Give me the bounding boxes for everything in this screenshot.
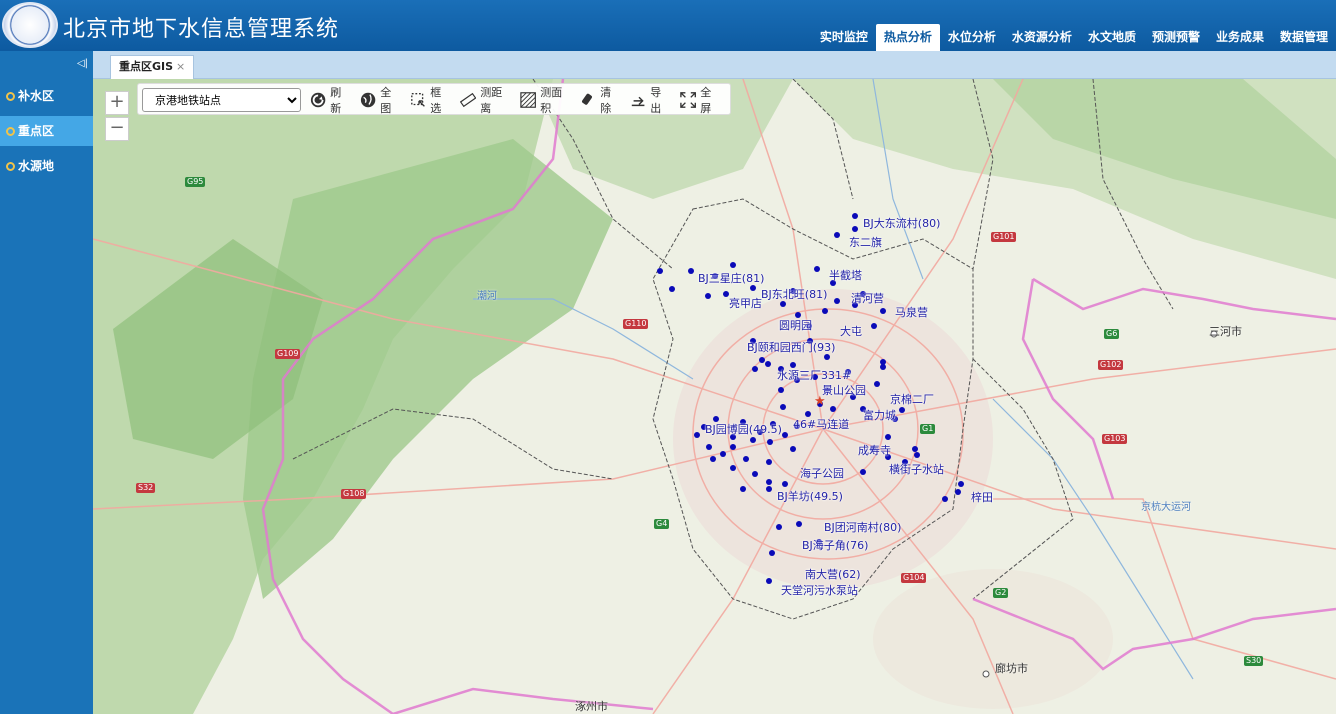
tool-list: 刷新 全图 框选 测距离 测面积 清除 导出 全屏 (310, 84, 730, 116)
clear-button[interactable]: 清除 (580, 84, 620, 116)
bullet-icon (6, 92, 15, 101)
place-label: 潮河 (477, 291, 497, 302)
sidebar-item-water-source[interactable]: 水源地 (0, 151, 93, 181)
layer-select[interactable]: 京港地铁站点 (142, 88, 301, 112)
station-label[interactable]: 京棉二厂 (890, 391, 934, 407)
station-label[interactable]: 天堂河污水泵站 (781, 582, 858, 598)
station-label[interactable]: BJ海子角(76) (802, 537, 868, 553)
map-view[interactable]: ★ BJ大东流村(80) 东二旗 BJ三星庄(81) 半截塔 BJ东北旺(81)… (93, 79, 1336, 714)
road-shield: S32 (136, 483, 156, 493)
road-shield: G108 (341, 489, 367, 499)
box-select-button[interactable]: 框选 (410, 84, 450, 116)
station-label[interactable]: 马泉营 (895, 304, 928, 320)
box-select-icon (411, 93, 425, 107)
road-shield: G1 (920, 424, 936, 434)
station-label[interactable]: 大屯 (840, 323, 862, 339)
globe-icon (360, 92, 376, 108)
map-base: ★ (93, 79, 1336, 714)
road-shield: G110 (623, 319, 649, 329)
app-title: 北京市地下水信息管理系统 (63, 17, 340, 42)
station-label[interactable]: 南大营(62) (805, 566, 861, 582)
refresh-button[interactable]: 刷新 (310, 84, 350, 116)
road-shield: G2 (993, 588, 1009, 598)
station-label[interactable]: 东二旗 (849, 234, 882, 250)
tab-key-area-gis[interactable]: 重点区GIS × (110, 55, 195, 79)
nav-water-level[interactable]: 水位分析 (940, 24, 1004, 51)
station-label[interactable]: 亮甲店 (729, 295, 762, 311)
station-label[interactable]: BJ羊坊(49.5) (777, 488, 843, 504)
place-label: 廊坊市 (995, 662, 1028, 675)
sidebar: ◁| 补水区 重点区 水源地 (0, 51, 93, 714)
area-icon (520, 92, 536, 108)
road-shield: G6 (1104, 329, 1120, 339)
station-label[interactable]: BJ东北旺(81) (761, 286, 827, 302)
refresh-icon (310, 92, 326, 108)
zoom-controls: + − (105, 91, 129, 143)
station-label[interactable]: 富力城 (863, 407, 896, 423)
measure-distance-button[interactable]: 测距离 (460, 84, 510, 116)
road-shield: G4 (654, 519, 670, 529)
station-label[interactable]: 海子公园 (800, 465, 844, 481)
place-label: 涿州市 (575, 700, 608, 713)
station-label[interactable]: 圆明园 (779, 317, 812, 333)
place-label: 京杭大运河 (1141, 502, 1191, 513)
station-label[interactable]: BJ三星庄(81) (698, 270, 764, 286)
export-button[interactable]: 导出 (630, 84, 670, 116)
nav-realtime[interactable]: 实时监控 (812, 24, 876, 51)
sidebar-item-recharge[interactable]: 补水区 (0, 81, 93, 111)
nav-water-resource[interactable]: 水资源分析 (1004, 24, 1080, 51)
station-label[interactable]: BJ大东流村(80) (863, 215, 940, 231)
road-shield: G103 (1102, 434, 1128, 444)
export-icon (631, 96, 645, 107)
close-icon[interactable]: × (176, 60, 185, 73)
map-toolbar: 京港地铁站点 刷新 全图 框选 测距离 测面积 清除 导出 全屏 (137, 83, 731, 115)
place-label: 三河市 (1209, 325, 1242, 338)
road-shield: G109 (275, 349, 301, 359)
nav-forecast[interactable]: 预测预警 (1144, 24, 1208, 51)
station-label[interactable]: BJ园博园(49.5) (705, 421, 782, 437)
measure-area-button[interactable]: 测面积 (520, 84, 570, 116)
nav-data-management[interactable]: 数据管理 (1272, 24, 1336, 51)
station-label[interactable]: 半截塔 (829, 267, 862, 283)
road-shield: G101 (991, 232, 1017, 242)
nav-hydrogeology[interactable]: 水文地质 (1080, 24, 1144, 51)
ruler-icon (460, 92, 477, 108)
nav-hotspot[interactable]: 热点分析 (875, 24, 940, 51)
station-label[interactable]: 景山公园 (822, 382, 866, 398)
station-label[interactable]: 清河营 (851, 290, 884, 306)
eraser-icon (582, 93, 592, 105)
zoom-out-button[interactable]: − (105, 117, 129, 141)
full-extent-button[interactable]: 全图 (360, 84, 400, 116)
collapse-sidebar-icon[interactable]: ◁| (77, 58, 88, 69)
bullet-icon (6, 127, 15, 136)
station-label[interactable]: 梓田 (971, 489, 993, 505)
station-label[interactable]: 横街子水站 (889, 461, 944, 477)
station-label[interactable]: 46#马连道 (793, 416, 849, 432)
main-nav: 实时监控 热点分析 水位分析 水资源分析 水文地质 预测预警 业务成果 数据管理 (812, 24, 1336, 51)
bullet-icon (6, 162, 15, 171)
station-label[interactable]: BJ团河南村(80) (824, 519, 901, 535)
station-label[interactable]: 水源三厂331# (777, 367, 851, 383)
station-label[interactable]: BJ颐和园西门(93) (747, 339, 835, 355)
tab-bar: 重点区GIS × (93, 51, 1336, 79)
road-shield: G104 (901, 573, 927, 583)
nav-business[interactable]: 业务成果 (1208, 24, 1272, 51)
zoom-in-button[interactable]: + (105, 91, 129, 115)
sidebar-item-key-area[interactable]: 重点区 (0, 116, 93, 146)
road-shield: G102 (1098, 360, 1124, 370)
fullscreen-icon (680, 92, 696, 108)
logo-icon (2, 2, 58, 48)
road-shield: S30 (1244, 656, 1264, 666)
fullscreen-button[interactable]: 全屏 (680, 84, 720, 116)
road-shield: G95 (185, 177, 206, 187)
app-header: 北京市地下水信息管理系统 实时监控 热点分析 水位分析 水资源分析 水文地质 预… (0, 0, 1336, 51)
station-label[interactable]: 成寿寺 (858, 442, 891, 458)
